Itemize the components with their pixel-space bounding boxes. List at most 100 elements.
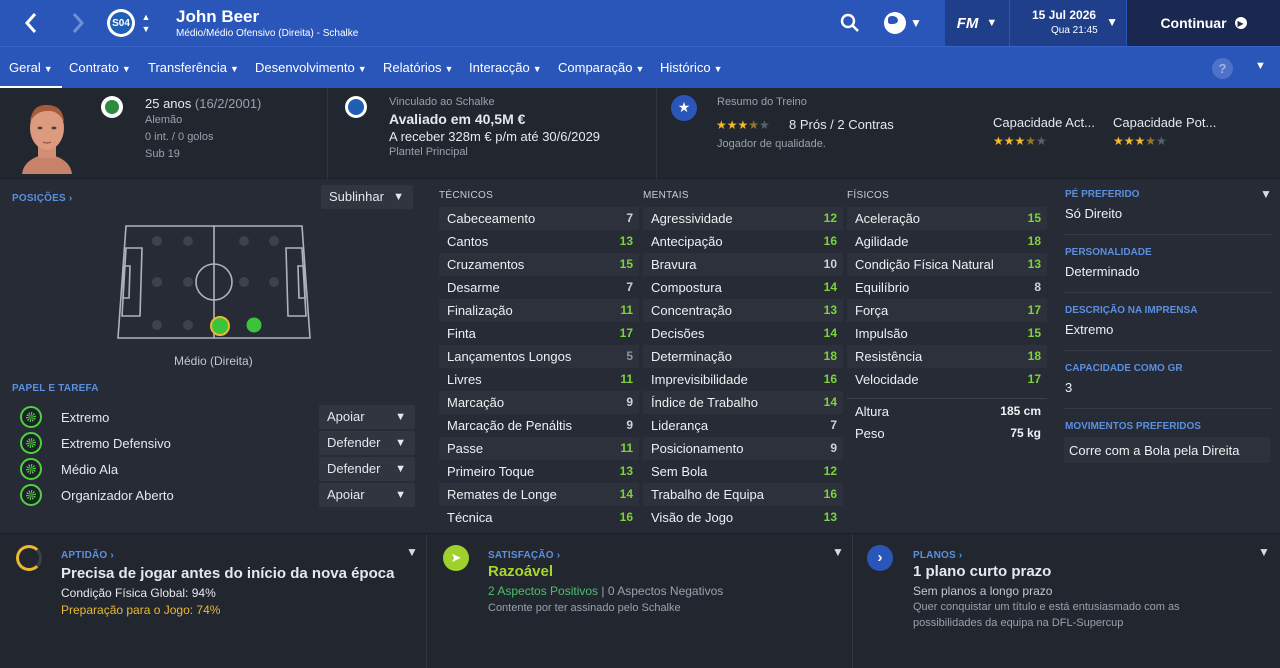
attribute-row[interactable]: Primeiro Toque 13 [439, 460, 639, 483]
satisfaction-title[interactable]: SATISFAÇÃO › [488, 550, 560, 561]
attribute-row[interactable]: Desarme 7 [439, 276, 639, 299]
search-icon[interactable] [840, 13, 860, 33]
tab-comparacao[interactable]: Comparação ▼ [558, 47, 644, 89]
player-nationality: Alemão [145, 114, 183, 126]
divider [1064, 292, 1272, 293]
positions-title[interactable]: POSIÇÕES › [12, 193, 72, 204]
attribute-value: 16 [823, 487, 837, 501]
attribute-value: 13 [823, 303, 837, 317]
attribute-row[interactable]: Agilidade 18 [847, 230, 1047, 253]
chevron-down-icon[interactable]: ▼ [1260, 187, 1272, 201]
tab-historico[interactable]: Histórico ▼ [660, 47, 723, 89]
tab-desenvolvimento[interactable]: Desenvolvimento ▼ [255, 47, 367, 89]
attribute-row[interactable]: Cabeceamento 7 [439, 207, 639, 230]
attribute-row[interactable]: Marcação de Penáltis 9 [439, 414, 639, 437]
attribute-row[interactable]: Liderança 7 [643, 414, 843, 437]
attribute-value: 9 [626, 395, 633, 409]
attribute-row[interactable]: Imprevisibilidade 16 [643, 368, 843, 391]
attribute-row[interactable]: Determinação 18 [643, 345, 843, 368]
attribute-row[interactable]: Cruzamentos 15 [439, 253, 639, 276]
club-crest[interactable]: S04 [107, 9, 135, 37]
tab-relatorios[interactable]: Relatórios ▼ [383, 47, 453, 89]
duty-dropdown[interactable]: Apoiar ▼ [319, 405, 415, 429]
attribute-value: 14 [619, 487, 633, 501]
training-pros-cons: 8 Prós / 2 Contras [789, 117, 894, 132]
duty-dropdown[interactable]: Apoiar ▼ [319, 483, 415, 507]
attribute-name: Resistência [855, 349, 923, 364]
attribute-row[interactable]: Índice de Trabalho 14 [643, 391, 843, 414]
attribute-row[interactable]: Cantos 13 [439, 230, 639, 253]
role-suitability-icon [20, 406, 42, 428]
tab-interaccao[interactable]: Interacção ▼ [469, 47, 542, 89]
tab-contrato[interactable]: Contrato ▼ [69, 47, 131, 89]
duty-dropdown[interactable]: Defender ▼ [319, 457, 415, 481]
attribute-row[interactable]: Concentração 13 [643, 299, 843, 322]
duty-dropdown[interactable]: Defender ▼ [319, 431, 415, 455]
fitness-title[interactable]: APTIDÃO › [61, 550, 114, 561]
chevron-down-icon[interactable]: ▼ [1255, 60, 1266, 72]
attribute-row[interactable]: Lançamentos Longos 5 [439, 345, 639, 368]
attribute-row[interactable]: Condição Física Natural 13 [847, 253, 1047, 276]
plans-subline: Sem planos a longo prazo [913, 584, 1053, 598]
attribute-row[interactable]: Bravura 10 [643, 253, 843, 276]
attribute-row[interactable]: Finta 17 [439, 322, 639, 345]
help-icon[interactable]: ? [1212, 58, 1233, 79]
fitness-overall: Condição Física Global: 94% [61, 586, 216, 600]
attribute-row[interactable]: Finalização 11 [439, 299, 639, 322]
attribute-row[interactable]: Marcação 9 [439, 391, 639, 414]
chevron-down-icon[interactable]: ▼ [1258, 545, 1270, 559]
tab-geral[interactable]: Geral ▼ [0, 47, 62, 89]
back-arrow-icon[interactable] [17, 9, 45, 37]
attribute-row[interactable]: Agressividade 12 [643, 207, 843, 230]
chevron-down-icon[interactable]: ▼ [832, 545, 844, 559]
fitness-title-text: APTIDÃO [61, 550, 108, 561]
role-suitability-icon [20, 458, 42, 480]
mental-title: MENTAIS [643, 190, 689, 201]
attribute-row[interactable]: Remates de Longe 14 [439, 483, 639, 506]
attribute-row[interactable]: Posicionamento 9 [643, 437, 843, 460]
chevron-down-icon[interactable]: ▼ [406, 545, 418, 559]
tab-transferencia[interactable]: Transferência ▼ [148, 47, 239, 89]
attribute-row[interactable]: Aceleração 15 [847, 207, 1047, 230]
attribute-row[interactable]: Passe 11 [439, 437, 639, 460]
attribute-row[interactable]: Livres 11 [439, 368, 639, 391]
attribute-row[interactable]: Impulsão 15 [847, 322, 1047, 345]
attribute-row[interactable]: Velocidade 17 [847, 368, 1047, 391]
highlight-dropdown[interactable]: Sublinhar ▼ [321, 185, 413, 209]
attribute-name: Índice de Trabalho [651, 395, 758, 410]
training-title: Resumo do Treino [717, 96, 807, 108]
roles-title: PAPEL E TAREFA [12, 383, 99, 394]
chevron-down-icon: ▼ [395, 489, 406, 501]
gk-ability-title: CAPACIDADE COMO GR [1065, 363, 1183, 374]
continue-button[interactable]: Continuar ▶ [1127, 0, 1280, 46]
attribute-name: Equilíbrio [855, 280, 910, 295]
globe-menu[interactable]: ▼ [884, 11, 924, 35]
attribute-value: 14 [823, 326, 837, 340]
attribute-row[interactable]: Decisões 14 [643, 322, 843, 345]
plans-title[interactable]: PLANOS › [913, 550, 962, 561]
attribute-name: Finta [447, 326, 476, 341]
attribute-row[interactable]: Trabalho de Equipa 16 [643, 483, 843, 506]
attribute-row[interactable]: Força 17 [847, 299, 1047, 322]
forward-arrow-icon[interactable] [64, 9, 92, 37]
attribute-row[interactable]: Sem Bola 12 [643, 460, 843, 483]
attribute-row[interactable]: Equilíbrio 8 [847, 276, 1047, 299]
attribute-row[interactable]: Técnica 16 [439, 506, 639, 529]
attribute-name: Compostura [651, 280, 722, 295]
divider [847, 398, 1047, 399]
attribute-row[interactable]: Antecipação 16 [643, 230, 843, 253]
attribute-row[interactable]: Visão de Jogo 13 [643, 506, 843, 529]
height-row: Altura 185 cm [847, 400, 1047, 423]
contract-club: Vinculado ao Schalke [389, 96, 495, 108]
player-switch-arrows[interactable]: ▲ ▼ [140, 11, 152, 35]
attribute-row[interactable]: Compostura 14 [643, 276, 843, 299]
media-description-value: Extremo [1065, 322, 1114, 337]
player-profile-screen: S04 ▲ ▼ John Beer Médio/Médio Ofensivo (D… [0, 0, 1280, 668]
fm-menu-button[interactable]: FM ▼ [945, 0, 1009, 46]
date-panel[interactable]: 15 Jul 2026 Qua 21:45 ▼ [1010, 0, 1126, 46]
attribute-row[interactable]: Resistência 18 [847, 345, 1047, 368]
attribute-value: 7 [830, 418, 837, 432]
chevron-down-icon: ▼ [357, 64, 367, 74]
preferred-move-value: Corre com a Bola pela Direita [1069, 443, 1240, 458]
role-name: Organizador Aberto [61, 488, 174, 503]
